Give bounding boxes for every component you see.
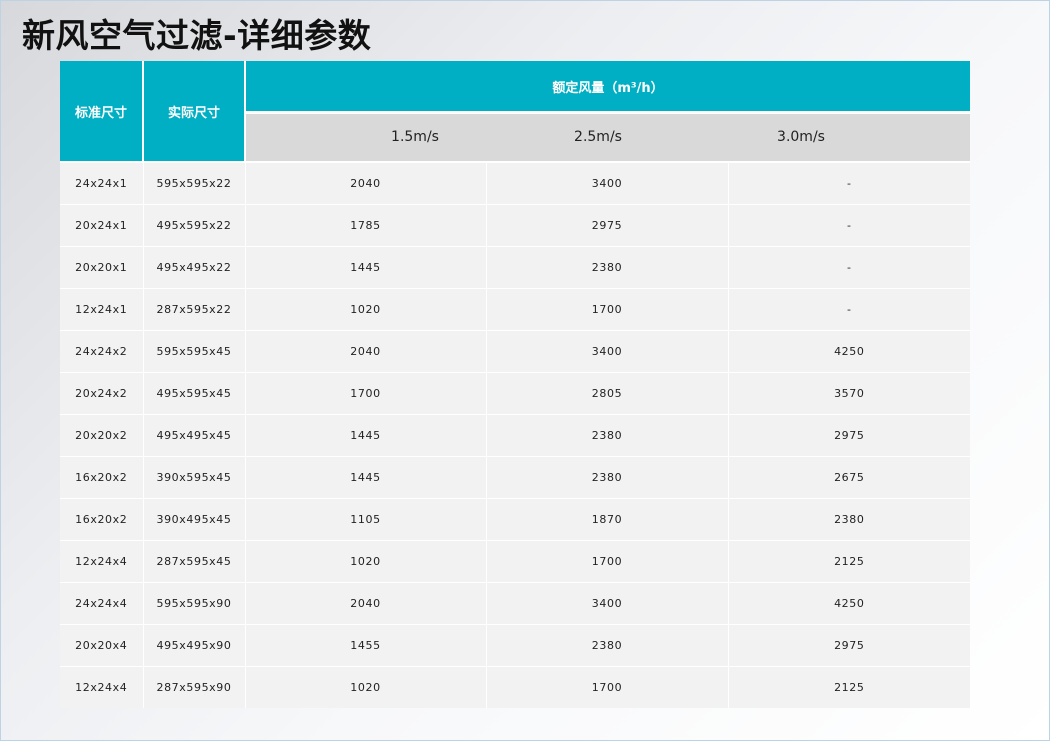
cell-actual-size: 495x495x90 (143, 624, 246, 667)
cell-airflow-3-0: - (728, 204, 971, 247)
spec-table-container: 标准尺寸 实际尺寸 额定风量（m³/h） 1.5m/s 2.5m/s 3.0m/… (60, 61, 971, 708)
header-standard-size: 标准尺寸 (60, 61, 144, 162)
header-actual-size: 实际尺寸 (143, 61, 246, 162)
cell-actual-size: 390x595x45 (143, 456, 246, 499)
cell-standard-size: 20x20x2 (60, 414, 144, 457)
table-row: 20x20x1 495x495x22 1445 2380 - (60, 246, 971, 289)
cell-airflow-2-5: 1700 (486, 288, 729, 331)
cell-airflow-2-5: 3400 (486, 330, 729, 373)
cell-airflow-1-5: 1445 (245, 414, 487, 457)
cell-airflow-3-0: - (728, 161, 971, 205)
cell-airflow-1-5: 1785 (245, 204, 487, 247)
cell-standard-size: 12x24x4 (60, 666, 144, 708)
cell-actual-size: 390x495x45 (143, 498, 246, 541)
table-row: 16x20x2 390x595x45 1445 2380 2675 (60, 456, 971, 499)
cell-airflow-3-0: 3570 (728, 372, 971, 415)
cell-airflow-2-5: 3400 (486, 582, 729, 625)
cell-airflow-1-5: 2040 (245, 161, 487, 205)
cell-actual-size: 595x595x90 (143, 582, 246, 625)
cell-airflow-1-5: 1020 (245, 666, 487, 708)
table-row: 24x24x2 595x595x45 2040 3400 4250 (60, 330, 971, 373)
header-speed-1: 1.5m/s (391, 129, 439, 145)
cell-standard-size: 24x24x1 (60, 161, 144, 205)
header-speed-3: 3.0m/s (777, 129, 825, 145)
cell-standard-size: 12x24x4 (60, 540, 144, 583)
cell-airflow-3-0: 2125 (728, 540, 971, 583)
cell-airflow-3-0: 2380 (728, 498, 971, 541)
cell-standard-size: 16x20x2 (60, 456, 144, 499)
cell-actual-size: 495x595x22 (143, 204, 246, 247)
cell-airflow-3-0: - (728, 246, 971, 289)
cell-airflow-2-5: 3400 (486, 161, 729, 205)
cell-actual-size: 595x595x22 (143, 161, 246, 205)
table-row: 24x24x4 595x595x90 2040 3400 4250 (60, 582, 971, 625)
cell-airflow-2-5: 2380 (486, 456, 729, 499)
cell-airflow-2-5: 1700 (486, 666, 729, 708)
cell-airflow-3-0: 2675 (728, 456, 971, 499)
cell-standard-size: 16x20x2 (60, 498, 144, 541)
cell-standard-size: 20x24x2 (60, 372, 144, 415)
cell-airflow-3-0: - (728, 288, 971, 331)
cell-airflow-1-5: 1020 (245, 288, 487, 331)
header-rated-airflow: 额定风量（m³/h） (245, 61, 971, 114)
header-speed-2: 2.5m/s (574, 129, 622, 145)
cell-airflow-2-5: 2380 (486, 414, 729, 457)
cell-airflow-1-5: 1445 (245, 246, 487, 289)
cell-airflow-3-0: 4250 (728, 330, 971, 373)
spec-table: 标准尺寸 实际尺寸 额定风量（m³/h） 1.5m/s 2.5m/s 3.0m/… (60, 61, 971, 708)
cell-airflow-1-5: 2040 (245, 582, 487, 625)
cell-actual-size: 495x495x45 (143, 414, 246, 457)
cell-standard-size: 20x24x1 (60, 204, 144, 247)
cell-airflow-2-5: 2380 (486, 624, 729, 667)
rated-airflow-label: 额定风量（m³/h） (552, 80, 664, 96)
header-speed-row: 1.5m/s 2.5m/s 3.0m/s (245, 112, 971, 162)
cell-airflow-1-5: 2040 (245, 330, 487, 373)
cell-standard-size: 24x24x4 (60, 582, 144, 625)
table-row: 12x24x4 287x595x90 1020 1700 2125 (60, 666, 971, 708)
cell-actual-size: 495x495x22 (143, 246, 246, 289)
cell-airflow-1-5: 1455 (245, 624, 487, 667)
cell-actual-size: 287x595x45 (143, 540, 246, 583)
cell-airflow-2-5: 1700 (486, 540, 729, 583)
cell-standard-size: 12x24x1 (60, 288, 144, 331)
table-row: 24x24x1 595x595x22 2040 3400 - (60, 161, 971, 205)
cell-actual-size: 595x595x45 (143, 330, 246, 373)
page-title: 新风空气过滤-详细参数 (22, 16, 372, 55)
cell-actual-size: 287x595x90 (143, 666, 246, 708)
cell-airflow-1-5: 1020 (245, 540, 487, 583)
cell-standard-size: 20x20x1 (60, 246, 144, 289)
cell-actual-size: 287x595x22 (143, 288, 246, 331)
cell-airflow-1-5: 1105 (245, 498, 487, 541)
cell-standard-size: 24x24x2 (60, 330, 144, 373)
cell-actual-size: 495x595x45 (143, 372, 246, 415)
cell-airflow-3-0: 4250 (728, 582, 971, 625)
cell-standard-size: 20x20x4 (60, 624, 144, 667)
table-row: 20x20x2 495x495x45 1445 2380 2975 (60, 414, 971, 457)
table-row: 16x20x2 390x495x45 1105 1870 2380 (60, 498, 971, 541)
table-row: 12x24x4 287x595x45 1020 1700 2125 (60, 540, 971, 583)
cell-airflow-3-0: 2125 (728, 666, 971, 708)
table-row: 12x24x1 287x595x22 1020 1700 - (60, 288, 971, 331)
cell-airflow-2-5: 1870 (486, 498, 729, 541)
cell-airflow-3-0: 2975 (728, 624, 971, 667)
table-row: 20x24x2 495x595x45 1700 2805 3570 (60, 372, 971, 415)
cell-airflow-2-5: 2380 (486, 246, 729, 289)
cell-airflow-3-0: 2975 (728, 414, 971, 457)
cell-airflow-1-5: 1445 (245, 456, 487, 499)
cell-airflow-2-5: 2975 (486, 204, 729, 247)
cell-airflow-1-5: 1700 (245, 372, 487, 415)
table-row: 20x20x4 495x495x90 1455 2380 2975 (60, 624, 971, 667)
cell-airflow-2-5: 2805 (486, 372, 729, 415)
spec-table-body: 24x24x1 595x595x22 2040 3400 - 20x24x1 4… (60, 161, 971, 708)
table-row: 20x24x1 495x595x22 1785 2975 - (60, 204, 971, 247)
